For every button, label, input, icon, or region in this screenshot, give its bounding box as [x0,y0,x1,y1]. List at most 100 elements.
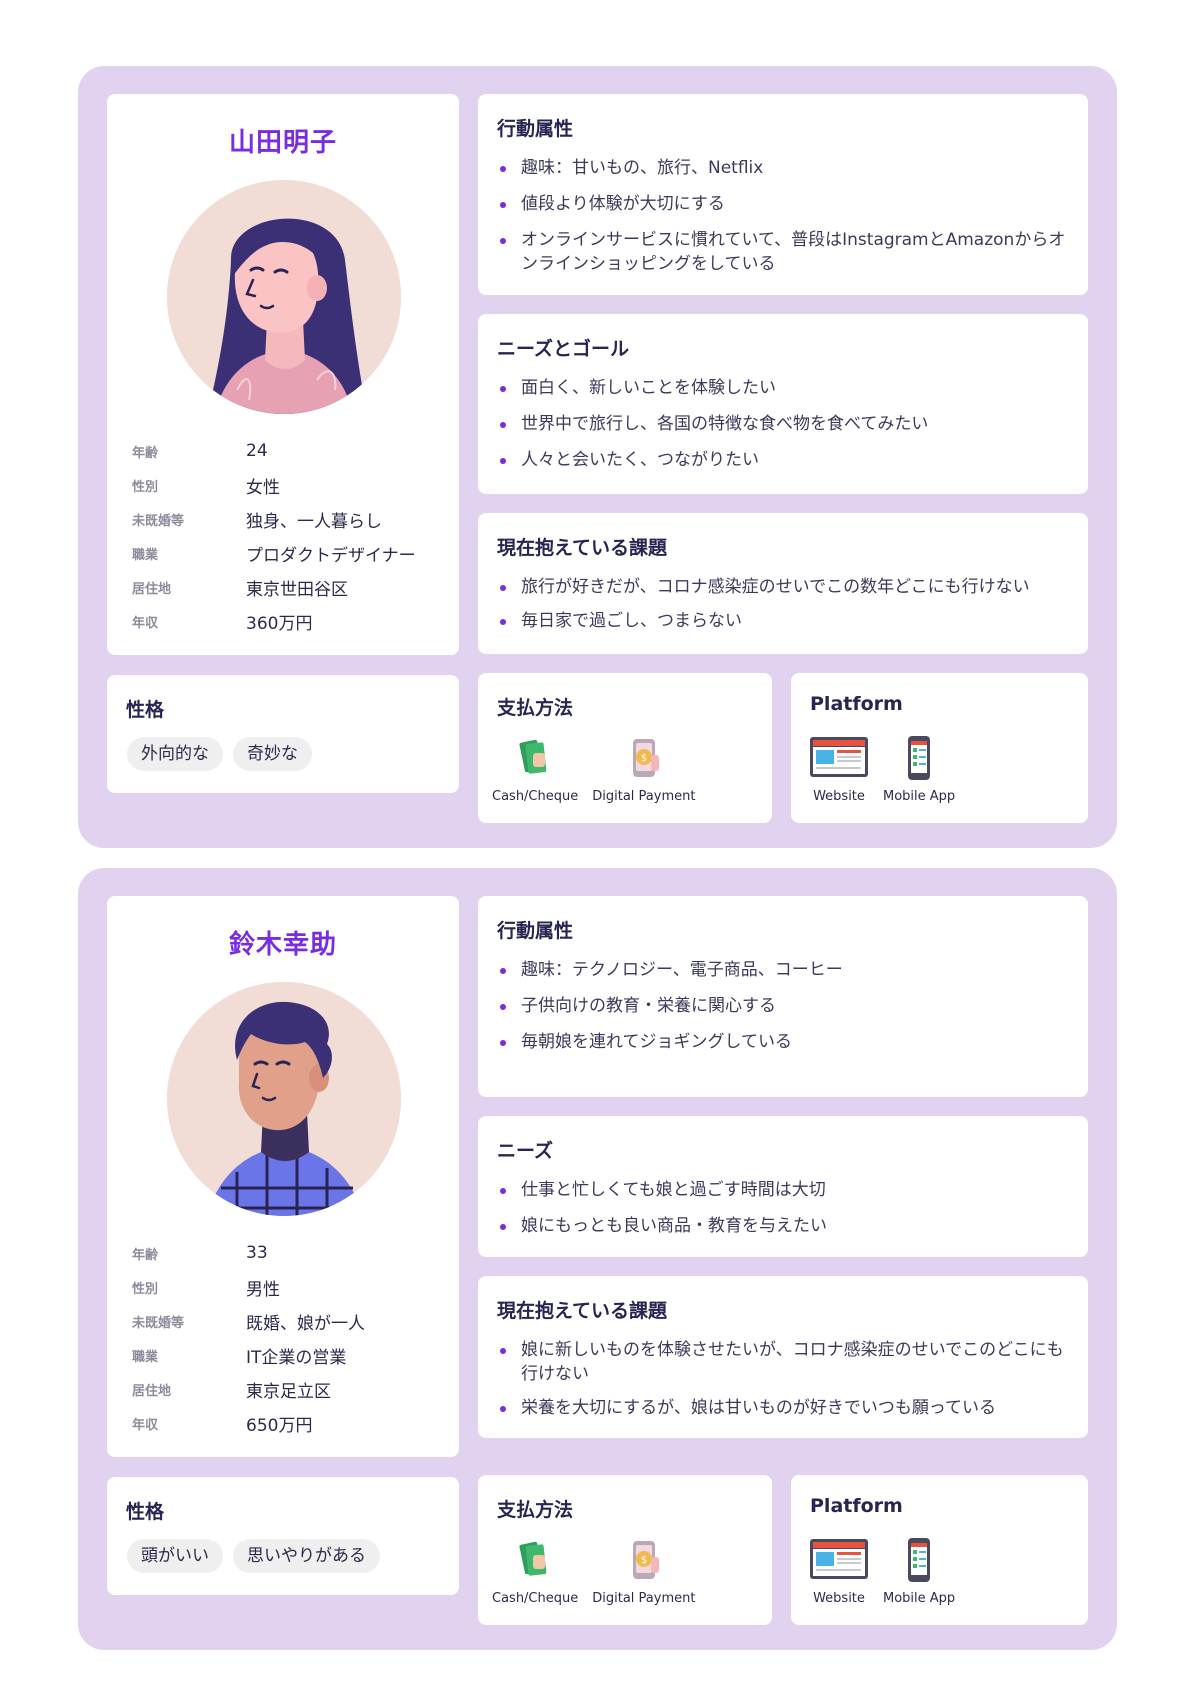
attribute-value: 独身、一人暮らし [246,511,382,532]
payment-option: Cash/Cheque [492,1537,578,1606]
platform-card: Platform Website Mobile App [791,673,1088,823]
attribute-value: 24 [246,441,268,461]
attribute-value: 33 [246,1243,268,1263]
attribute-value: IT企業の営業 [246,1347,347,1368]
attribute-value: 360万円 [246,613,313,634]
trait-tags: 頭がいい 思いやりがある [127,1539,380,1573]
behavior-list: 趣味：テクノロジー、電子商品、コーヒー 子供向けの教育・栄養に関心する 毎朝娘を… [497,958,1066,1066]
payment-label: Digital Payment [592,1591,696,1606]
payment-option: Cash/Cheque [492,735,578,804]
payment-icons: Cash/Cheque $ Digital Payment [492,735,695,804]
male-avatar-illustration [167,982,401,1216]
payment-label: Cash/Cheque [492,1591,579,1606]
platform-label: Website [813,1591,865,1606]
attribute-label: 性別 [132,479,159,495]
persona-panel-2: 鈴木幸助 年齢 33 性別 男性 未既婚等 既婚、娘が一人 職業 IT企業の営業… [78,868,1117,1650]
payment-icons: Cash/Cheque $ Digital Payment [492,1537,695,1606]
cash-icon [519,1541,547,1576]
personality-card: 性格 頭がいい 思いやりがある [107,1477,459,1595]
persona-panel-1: 山田明子 年齢 24 性別 女性 未既婚等 独身、一人暮らし 職業 プロダクトデ… [78,66,1117,848]
payment-option: $ Digital Payment [592,735,695,804]
needs-card: ニーズ 仕事と忙しくても娘と過ごす時間は大切 娘にもっとも良い商品・教育を与えた… [478,1116,1088,1257]
list-item: 仕事と忙しくても娘と過ごす時間は大切 [497,1178,1066,1202]
attribute-row-income: 年収 360万円 [132,604,416,638]
platform-option: Website [809,735,869,804]
attribute-label: 年齢 [132,445,159,461]
attribute-label: 年収 [132,615,159,631]
attribute-row-age: 年齢 24 [132,434,416,468]
svg-text:$: $ [641,1555,647,1566]
persona-name: 山田明子 [228,128,337,158]
attribute-label: 年齢 [132,1247,159,1263]
problems-list: 娘に新しいものを体験させたいが、コロナ感染症のせいでこのどこにも行けない 栄養を… [497,1338,1066,1430]
trait-tag: 外向的な [127,737,223,771]
attribute-row-residence: 居住地 東京世田谷区 [132,570,416,604]
attribute-label: 性別 [132,1281,159,1297]
behavior-card: 行動属性 趣味：テクノロジー、電子商品、コーヒー 子供向けの教育・栄養に関心する… [478,896,1088,1097]
section-title: ニーズとゴール [497,338,630,360]
attribute-label: 居住地 [132,581,172,597]
behavior-list: 趣味：甘いもの、旅行、Netflix 値段より体験が大切にする オンラインサービ… [497,156,1066,288]
section-title: 支払方法 [497,1499,574,1521]
attribute-label: 居住地 [132,1383,172,1399]
platform-option: Mobile App [883,735,955,804]
list-item: 値段より体験が大切にする [497,192,1066,216]
list-item: 栄養を大切にするが、娘は甘いものが好きでいつも願っている [497,1396,1066,1420]
mobile-app-icon [908,1538,931,1582]
platform-icons: Website Mobile App [809,1537,955,1606]
platform-card: Platform Website Mobile App [791,1475,1088,1625]
section-title: 支払方法 [497,697,574,719]
section-title: 性格 [126,699,165,721]
attribute-row-residence: 居住地 東京足立区 [132,1372,365,1406]
attribute-label: 職業 [132,1349,159,1365]
attribute-label: 未既婚等 [132,1315,185,1331]
section-title: 現在抱えている課題 [497,1300,668,1322]
attribute-row-marital: 未既婚等 既婚、娘が一人 [132,1304,365,1338]
payment-label: Digital Payment [592,789,696,804]
attribute-value: 東京世田谷区 [246,579,348,600]
needs-card: ニーズとゴール 面白く、新しいことを体験したい 世界中で旅行し、各国の特徴な食べ… [478,314,1088,494]
list-item: 娘に新しいものを体験させたいが、コロナ感染症のせいでこのどこにも行けない [497,1338,1066,1386]
attribute-label: 年収 [132,1417,159,1433]
digital-payment-icon: $ [632,1541,659,1579]
needs-list: 面白く、新しいことを体験したい 世界中で旅行し、各国の特徴な食べ物を食べてみたい… [497,376,1066,484]
attribute-label: 職業 [132,547,159,563]
section-title: 性格 [126,1501,165,1523]
platform-option: Mobile App [883,1537,955,1606]
website-icon [810,737,868,777]
platform-label: Mobile App [883,1591,956,1606]
attribute-row-gender: 性別 女性 [132,468,416,502]
section-title: 行動属性 [497,118,574,140]
behavior-card: 行動属性 趣味：甘いもの、旅行、Netflix 値段より体験が大切にする オンラ… [478,94,1088,295]
payment-card: 支払方法 Cash/Cheque $ Digital Payment [478,673,772,823]
attribute-list: 年齢 24 性別 女性 未既婚等 独身、一人暮らし 職業 プロダクトデザイナー … [132,434,416,638]
list-item: 趣味：テクノロジー、電子商品、コーヒー [497,958,1066,982]
mobile-app-icon [908,736,931,780]
trait-tag: 奇妙な [233,737,312,771]
payment-label: Cash/Cheque [492,789,579,804]
attribute-value: 650万円 [246,1415,313,1436]
list-item: 娘にもっとも良い商品・教育を与えたい [497,1214,1066,1238]
attribute-list: 年齢 33 性別 男性 未既婚等 既婚、娘が一人 職業 IT企業の営業 居住地 … [132,1236,365,1440]
section-title: Platform [810,693,903,715]
cash-icon [519,739,547,774]
attribute-value: 東京足立区 [246,1381,331,1402]
section-title: Platform [810,1495,903,1517]
digital-payment-icon: $ [632,739,659,777]
website-icon [810,1539,868,1579]
list-item: 毎日家で過ごし、つまらない [497,609,1066,633]
list-item: 旅行が好きだが、コロナ感染症のせいでこの数年どこにも行けない [497,575,1066,599]
platform-label: Website [813,789,865,804]
trait-tag: 思いやりがある [233,1539,380,1573]
payment-option: $ Digital Payment [592,1537,695,1606]
list-item: 人々と会いたく、つながりたい [497,448,1066,472]
attribute-label: 未既婚等 [132,513,185,529]
trait-tag: 頭がいい [127,1539,223,1573]
svg-text:$: $ [641,753,647,764]
attribute-value: 既婚、娘が一人 [246,1313,365,1334]
problems-card: 現在抱えている課題 娘に新しいものを体験させたいが、コロナ感染症のせいでこのどこ… [478,1276,1088,1438]
profile-card: 山田明子 年齢 24 性別 女性 未既婚等 独身、一人暮らし 職業 プロダクトデ… [107,94,459,655]
section-title: ニーズ [497,1140,554,1162]
list-item: 子供向けの教育・栄養に関心する [497,994,1066,1018]
section-title: 現在抱えている課題 [497,537,668,559]
